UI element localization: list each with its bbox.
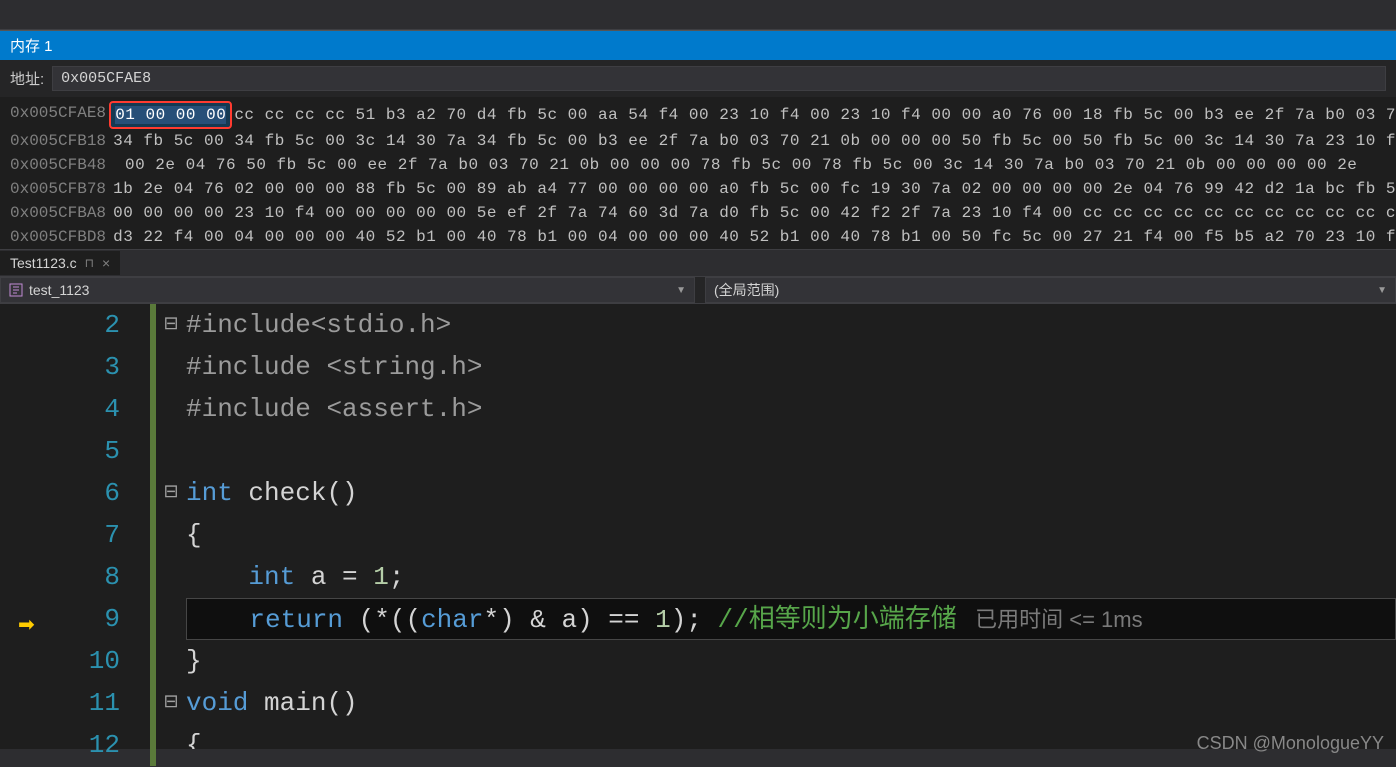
memory-bytes[interactable]: 00 2e 04 76 50 fb 5c 00 ee 2f 7a b0 03 7… xyxy=(125,153,1357,177)
address-label: 地址: xyxy=(10,68,44,89)
fold-spacer xyxy=(156,514,186,556)
line-number: 8 xyxy=(20,556,120,598)
fold-spacer xyxy=(156,346,186,388)
line-number: 3 xyxy=(20,346,120,388)
line-number: 6 xyxy=(20,472,120,514)
code-line[interactable]: return (*((char*) & a) == 1); //相等则为小端存储… xyxy=(186,598,1396,640)
memory-bytes[interactable]: 00 00 00 00 23 10 f4 00 00 00 00 00 5e e… xyxy=(113,201,1396,225)
memory-address: 0x005CFB18 xyxy=(10,129,113,153)
scope-dropdown-label: (全局范围) xyxy=(714,280,779,300)
fold-spacer xyxy=(156,388,186,430)
code-line[interactable]: void main() xyxy=(186,682,1396,724)
fold-gutter[interactable]: ⊟ ⊟ ⊟ xyxy=(156,304,186,749)
code-line[interactable]: #include <string.h> xyxy=(186,346,1396,388)
project-dropdown-label: test_1123 xyxy=(29,282,89,298)
code-line[interactable]: int check() xyxy=(186,472,1396,514)
chevron-down-icon: ▼ xyxy=(1377,285,1387,296)
memory-bytes[interactable]: 01 00 00 00cc cc cc cc 51 b3 a2 70 d4 fb… xyxy=(109,101,1396,129)
code-body[interactable]: #include<stdio.h>#include <string.h>#inc… xyxy=(186,304,1396,749)
code-line[interactable]: { xyxy=(186,514,1396,556)
scope-dropdown[interactable]: (全局范围) ▼ xyxy=(705,277,1396,303)
tab-filename: Test1123.c xyxy=(10,255,77,271)
memory-bytes[interactable]: 1b 2e 04 76 02 00 00 00 88 fb 5c 00 89 a… xyxy=(113,177,1396,201)
code-editor[interactable]: ➡ 23456789101112 ⊟⊟⊟ #include<stdio.h>#i… xyxy=(0,304,1396,749)
scope-dropdown-bar: test_1123 ▼ (全局范围) ▼ xyxy=(0,277,1396,304)
fold-toggle-icon[interactable]: ⊟ xyxy=(156,682,186,724)
line-number: 7 xyxy=(20,514,120,556)
line-number: 9 xyxy=(20,598,120,640)
memory-row: 0x005CFBA8 00 00 00 00 23 10 f4 00 00 00… xyxy=(10,201,1396,225)
memory-panel: 内存 1 地址: 0x005CFAE801 00 00 00cc cc cc c… xyxy=(0,30,1396,249)
project-dropdown[interactable]: test_1123 ▼ xyxy=(0,277,695,303)
code-line[interactable]: int a = 1; xyxy=(186,556,1396,598)
pin-icon[interactable]: ⊓ xyxy=(85,256,94,270)
memory-row: 0x005CFB78 1b 2e 04 76 02 00 00 00 88 fb… xyxy=(10,177,1396,201)
highlighted-bytes: 01 00 00 00 xyxy=(109,101,232,129)
file-tab[interactable]: Test1123.c ⊓ × xyxy=(0,251,120,275)
fold-spacer xyxy=(156,430,186,472)
memory-row: 0x005CFBD8 d3 22 f4 00 04 00 00 00 40 52… xyxy=(10,225,1396,249)
memory-address: 0x005CFBD8 xyxy=(10,225,113,249)
fold-spacer xyxy=(156,556,186,598)
code-line[interactable]: #include <assert.h> xyxy=(186,388,1396,430)
memory-address: 0x005CFB78 xyxy=(10,177,113,201)
memory-address-input[interactable] xyxy=(52,66,1386,91)
project-icon xyxy=(9,283,23,297)
memory-panel-title: 内存 1 xyxy=(0,31,1396,60)
fold-spacer xyxy=(156,598,186,640)
line-number: 2 xyxy=(20,304,120,346)
memory-row: 0x005CFB18 34 fb 5c 00 34 fb 5c 00 3c 14… xyxy=(10,129,1396,153)
line-number: 5 xyxy=(20,430,120,472)
memory-hex-dump[interactable]: 0x005CFAE801 00 00 00cc cc cc cc 51 b3 a… xyxy=(0,97,1396,249)
watermark: CSDN @MonologueYY xyxy=(1197,733,1384,754)
editor-tab-bar: Test1123.c ⊓ × xyxy=(0,249,1396,277)
line-number: 10 xyxy=(20,640,120,682)
close-icon[interactable]: × xyxy=(102,255,110,271)
fold-toggle-icon[interactable]: ⊟ xyxy=(156,472,186,514)
code-line[interactable]: } xyxy=(186,640,1396,682)
memory-address: 0x005CFAE8 xyxy=(10,101,109,129)
code-line[interactable]: #include<stdio.h> xyxy=(186,304,1396,346)
memory-bytes[interactable]: d3 22 f4 00 04 00 00 00 40 52 b1 00 40 7… xyxy=(113,225,1396,249)
memory-bytes[interactable]: 34 fb 5c 00 34 fb 5c 00 3c 14 30 7a 34 f… xyxy=(113,129,1396,153)
line-number: 11 xyxy=(20,682,120,724)
line-number-gutter: 23456789101112 xyxy=(20,304,150,749)
code-line[interactable] xyxy=(186,430,1396,472)
breakpoint-gutter[interactable]: ➡ xyxy=(0,304,20,749)
memory-address: 0x005CFBA8 xyxy=(10,201,113,225)
top-toolbar-spacer xyxy=(0,0,1396,30)
fold-spacer xyxy=(156,640,186,682)
line-number: 4 xyxy=(20,388,120,430)
memory-address: 0x005CFB48 xyxy=(10,153,125,177)
chevron-down-icon: ▼ xyxy=(676,285,686,296)
memory-address-bar: 地址: xyxy=(0,60,1396,97)
memory-row: 0x005CFB48 00 2e 04 76 50 fb 5c 00 ee 2f… xyxy=(10,153,1396,177)
execution-pointer-icon: ➡ xyxy=(18,612,35,638)
memory-row: 0x005CFAE801 00 00 00cc cc cc cc 51 b3 a… xyxy=(10,101,1396,129)
fold-toggle-icon[interactable]: ⊟ xyxy=(156,304,186,346)
